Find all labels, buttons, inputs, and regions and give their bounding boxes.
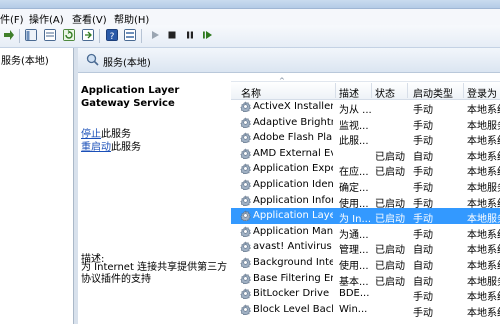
service-name-cell: Background Inte... — [253, 257, 333, 268]
toolbar: ? — [0, 25, 500, 48]
service-detail-pane: Application Layer Gateway Service 停止此服务 … — [78, 73, 230, 324]
forward-icon[interactable] — [3, 29, 15, 41]
restart-service-line: 重启动此服务 — [81, 138, 141, 153]
service-name-cell: Adobe Flash Pla... — [253, 132, 333, 144]
service-gear-icon — [240, 164, 251, 175]
service-startup-type-cell: 手动 — [413, 307, 433, 319]
table-row[interactable]: Base Filtering En...基本...已启动自动本地服务 — [231, 271, 500, 288]
services-table: 名称 ^ 描述 状态 启动类型 登录为 ActiveX Installer ..… — [231, 73, 500, 324]
refresh-icon[interactable] — [63, 29, 75, 41]
service-name-cell: Application Expe... — [253, 163, 333, 175]
table-row[interactable]: BitLocker Drive ...BDE...手动本地系统 — [231, 286, 500, 303]
restart-service-link[interactable]: 重启动 — [81, 142, 111, 153]
service-name-cell: Adaptive Brightn... — [253, 116, 333, 128]
menu-view[interactable]: 查看(V) — [72, 11, 107, 26]
description-text: 为 Internet 连接共享提供第三方协议插件的支持 — [81, 262, 228, 285]
service-name-cell: Application Laye... — [253, 210, 333, 222]
table-row[interactable]: Application Expe...在应...已启动手动本地系统 — [231, 161, 500, 178]
service-name-cell: Base Filtering En... — [253, 272, 333, 284]
menu-help[interactable]: 帮助(H) — [114, 11, 149, 26]
services-header-title: 服务(本地) — [103, 58, 151, 69]
table-row[interactable]: Application Laye...为 In...已启动手动本地服务 — [231, 208, 500, 225]
service-gear-icon — [240, 117, 251, 128]
table-row[interactable]: AMD External Ev...已启动自动本地系统 — [231, 146, 500, 163]
service-gear-icon — [240, 242, 251, 253]
column-header-name[interactable]: 名称 — [241, 85, 261, 100]
column-divider[interactable] — [407, 83, 408, 98]
table-row[interactable]: Block Level Back... Win... 手动 本地系统 — [231, 302, 500, 319]
column-header-description[interactable]: 描述 — [339, 85, 359, 100]
svg-text:?: ? — [110, 32, 115, 41]
service-gear-icon — [240, 210, 251, 222]
table-row[interactable]: Background Inte...使用...已启动自动本地系统 — [231, 255, 500, 272]
toolbar-separator — [19, 29, 20, 43]
service-gear-icon — [240, 101, 251, 112]
table-row[interactable]: ActiveX Installer ...为从 ...手动本地系统 — [231, 99, 500, 116]
service-name-cell: Application Man... — [253, 225, 333, 237]
restart-service-suffix: 此服务 — [111, 142, 141, 153]
service-gear-icon — [240, 132, 251, 144]
toolbar-separator — [99, 29, 100, 43]
column-header-status[interactable]: 状态 — [375, 85, 395, 100]
pause-service-icon[interactable] — [184, 29, 196, 41]
service-name-cell: ActiveX Installer ... — [253, 101, 333, 112]
column-header-startup-type[interactable]: 启动类型 — [413, 85, 453, 100]
column-divider[interactable] — [463, 83, 464, 98]
service-gear-icon — [240, 226, 251, 237]
properties-icon[interactable] — [124, 29, 136, 41]
menu-file[interactable]: 件(F) — [0, 11, 24, 26]
service-gear-icon — [240, 148, 251, 159]
service-name-cell: Application Infor... — [253, 194, 333, 206]
column-divider[interactable] — [335, 83, 336, 98]
restart-service-icon[interactable] — [201, 29, 213, 41]
window-list-icon[interactable] — [44, 29, 56, 41]
table-row[interactable]: Adobe Flash Pla...此服...手动本地系统 — [231, 130, 500, 147]
start-service-icon[interactable] — [149, 29, 161, 41]
service-name-cell: AMD External Ev... — [253, 147, 333, 159]
tree-item-services-local[interactable]: 服务(本地) — [1, 52, 49, 67]
service-gear-icon — [240, 257, 251, 268]
table-row[interactable]: Application Man...为通...手动本地系统 — [231, 224, 500, 241]
services-header: 服务(本地) — [78, 48, 500, 73]
menu-action[interactable]: 操作(A) — [29, 11, 64, 26]
service-gear-icon — [240, 273, 251, 284]
service-name-cell: Application Iden... — [253, 179, 333, 190]
column-divider[interactable] — [371, 83, 372, 98]
service-logon-cell: 本地系统 — [467, 307, 500, 319]
menu-bar: 件(F) 操作(A) 查看(V) 帮助(H) — [0, 9, 500, 26]
table-row[interactable]: Application Infor...使用...已启动手动本地系统 — [231, 193, 500, 210]
sort-indicator-icon: ^ — [279, 77, 285, 85]
stop-service-icon[interactable] — [166, 29, 178, 41]
selected-service-name: Application Layer Gateway Service — [81, 85, 180, 109]
table-header: 名称 ^ 描述 状态 启动类型 登录为 — [231, 77, 500, 100]
service-description-cell: BDE... — [339, 288, 370, 300]
service-description-cell: Win... — [339, 303, 368, 315]
toolbar-separator — [141, 29, 142, 43]
service-gear-icon — [240, 195, 251, 206]
table-row[interactable]: Adaptive Brightn...监视...手动本地服务 — [231, 115, 500, 132]
table-row[interactable]: avast! Antivirus管理...已启动自动本地系统 — [231, 239, 500, 256]
export-list-icon[interactable] — [82, 29, 94, 41]
help-icon[interactable]: ? — [106, 29, 118, 41]
window-title-strip — [0, 0, 500, 9]
service-gear-icon — [240, 304, 251, 315]
service-name-cell: Block Level Back... — [253, 303, 333, 315]
column-header-logon-as[interactable]: 登录为 — [467, 85, 497, 100]
service-gear-icon — [240, 288, 251, 300]
table-row[interactable]: Application Iden...确定...手动本地服务 — [231, 177, 500, 194]
console-tree: 服务(本地) — [0, 48, 74, 324]
service-name-cell: BitLocker Drive ... — [253, 288, 333, 300]
search-icon — [86, 53, 99, 66]
service-name-cell: avast! Antivirus — [253, 241, 332, 253]
console-tree-icon[interactable] — [25, 29, 37, 41]
service-gear-icon — [240, 179, 251, 190]
